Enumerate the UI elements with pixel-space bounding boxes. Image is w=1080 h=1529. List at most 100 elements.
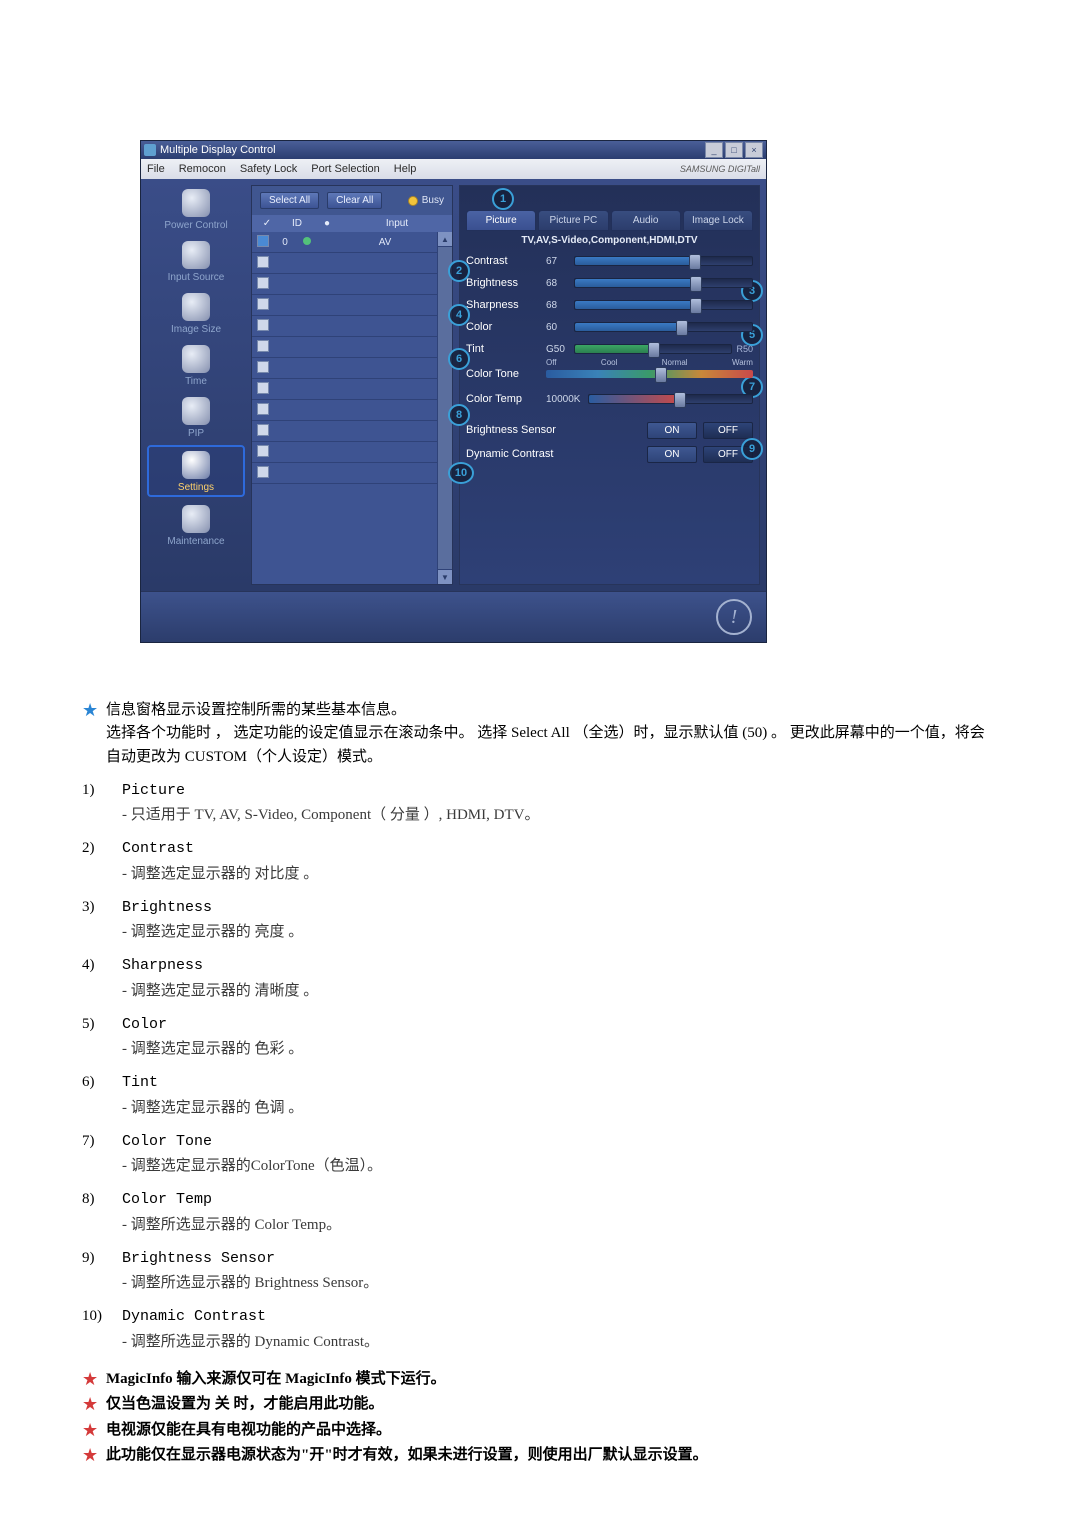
sidebar-item-image-size[interactable]: Image Size <box>147 289 245 337</box>
sharpness-value: 68 <box>546 300 574 311</box>
menu-port-selection[interactable]: Port Selection <box>311 163 379 175</box>
scroll-up-icon[interactable]: ▲ <box>438 232 452 247</box>
menu-safety-lock[interactable]: Safety Lock <box>240 163 297 175</box>
header-id: ID <box>282 215 312 232</box>
list-row[interactable] <box>252 463 452 484</box>
color-temp-slider[interactable] <box>588 394 753 404</box>
tab-picture[interactable]: Picture <box>466 210 536 231</box>
sidebar-item-settings[interactable]: Settings <box>147 445 245 497</box>
image-size-icon <box>182 293 210 321</box>
color-value: 60 <box>546 322 574 333</box>
item-title: Tint <box>122 1071 998 1094</box>
menu-help[interactable]: Help <box>394 163 417 175</box>
tone-opt-off: Off <box>546 358 557 367</box>
row-id: 0 <box>274 237 296 248</box>
window-title: Multiple Display Control <box>160 144 276 156</box>
sidebar-item-power-control[interactable]: Power Control <box>147 185 245 233</box>
list-row[interactable] <box>252 253 452 274</box>
item-title: Sharpness <box>122 954 998 977</box>
clear-all-button[interactable]: Clear All <box>327 192 382 209</box>
list-row[interactable] <box>252 442 452 463</box>
item-title: Dynamic Contrast <box>122 1305 998 1328</box>
color-temp-value: 10000K <box>546 394 588 405</box>
tab-image-lock[interactable]: Image Lock <box>683 210 753 231</box>
star-icon: ★ <box>82 1393 106 1416</box>
item-desc: - 调整所选显示器的 Color Temp。 <box>122 1214 998 1237</box>
item-number: 4) <box>82 954 122 1003</box>
close-button[interactable]: × <box>745 142 763 158</box>
brightness-slider[interactable] <box>574 278 753 288</box>
dynamic-contrast-label: Dynamic Contrast <box>466 448 641 460</box>
tint-slider[interactable] <box>574 344 732 354</box>
callout-6: 6 <box>448 348 470 370</box>
scroll-down-icon[interactable]: ▼ <box>438 569 452 584</box>
list-row[interactable] <box>252 337 452 358</box>
sidebar-item-label: Input Source <box>168 272 225 283</box>
color-slider[interactable] <box>574 322 753 332</box>
color-label: Color <box>466 321 546 333</box>
item-number: 10) <box>82 1305 122 1354</box>
sidebar-item-time[interactable]: Time <box>147 341 245 389</box>
doc-note: ★此功能仅在显示器电源状态为"开"时才有效，如果未进行设置，则使用出厂默认显示设… <box>82 1444 998 1467</box>
list-row[interactable] <box>252 421 452 442</box>
list-row[interactable] <box>252 295 452 316</box>
menu-file[interactable]: File <box>147 163 165 175</box>
tone-opt-warm: Warm <box>732 358 753 367</box>
maximize-button[interactable]: □ <box>725 142 743 158</box>
tab-picture-pc[interactable]: Picture PC <box>538 210 608 231</box>
color-tone-slider[interactable]: Off Cool Normal Warm <box>546 370 753 378</box>
item-number: 5) <box>82 1013 122 1062</box>
select-all-button[interactable]: Select All <box>260 192 319 209</box>
power-icon <box>182 189 210 217</box>
sidebar-item-pip[interactable]: PIP <box>147 393 245 441</box>
device-list-panel: Select All Clear All Busy ✓ ID ● Input <box>251 185 453 585</box>
tab-audio[interactable]: Audio <box>611 210 681 231</box>
note-text: 电视源仅能在具有电视功能的产品中选择。 <box>106 1419 998 1442</box>
sidebar-item-maintenance[interactable]: Maintenance <box>147 501 245 549</box>
list-row[interactable] <box>252 358 452 379</box>
doc-item: 6)Tint- 调整选定显示器的 色调 。 <box>82 1071 998 1120</box>
dynamic-contrast-on[interactable]: ON <box>647 446 697 463</box>
tone-opt-normal: Normal <box>662 358 688 367</box>
sharpness-slider[interactable] <box>574 300 753 310</box>
callout-1: 1 <box>492 188 514 210</box>
item-number: 8) <box>82 1188 122 1237</box>
sidebar-item-input-source[interactable]: Input Source <box>147 237 245 285</box>
item-desc: - 调整所选显示器的 Brightness Sensor。 <box>122 1272 998 1295</box>
document-body: ★ 信息窗格显示设置控制所需的某些基本信息。 选择各个功能时 ， 选定功能的设定… <box>82 699 998 1467</box>
star-icon: ★ <box>82 1419 106 1442</box>
tint-label: Tint <box>466 343 546 355</box>
brightness-sensor-on[interactable]: ON <box>647 422 697 439</box>
brightness-sensor-off[interactable]: OFF <box>703 422 753 439</box>
list-row[interactable] <box>252 379 452 400</box>
list-row[interactable] <box>252 274 452 295</box>
status-dot-icon <box>303 237 311 245</box>
list-row[interactable] <box>252 316 452 337</box>
settings-panel: 1 2 3 4 5 6 7 8 9 10 Picture Picture PC … <box>459 185 760 585</box>
callout-4: 4 <box>448 304 470 326</box>
contrast-slider[interactable] <box>574 256 753 266</box>
header-input: Input <box>342 215 452 232</box>
app-icon <box>144 144 156 156</box>
menubar: File Remocon Safety Lock Port Selection … <box>141 159 766 179</box>
doc-item: 4)Sharpness- 调整选定显示器的 清晰度 。 <box>82 954 998 1003</box>
item-title: Picture <box>122 779 998 802</box>
sidebar-item-label: Maintenance <box>167 536 224 547</box>
callout-9: 9 <box>741 438 763 460</box>
tone-opt-cool: Cool <box>601 358 617 367</box>
star-icon: ★ <box>82 699 106 722</box>
item-desc: - 调整所选显示器的 Dynamic Contrast。 <box>122 1331 998 1354</box>
item-desc: - 调整选定显示器的 色彩 。 <box>122 1038 998 1061</box>
doc-note: ★仅当色温设置为 关 时，才能启用此功能。 <box>82 1393 998 1416</box>
info-icon[interactable]: ! <box>716 599 752 635</box>
minimize-button[interactable]: _ <box>705 142 723 158</box>
input-source-icon <box>182 241 210 269</box>
menu-remocon[interactable]: Remocon <box>179 163 226 175</box>
doc-item: 7)Color Tone- 调整选定显示器的ColorTone（色温）。 <box>82 1130 998 1179</box>
settings-icon <box>182 451 210 479</box>
star-icon: ★ <box>82 1444 106 1467</box>
list-row[interactable]: 0 AV <box>252 232 452 253</box>
doc-item: 3)Brightness- 调整选定显示器的 亮度 。 <box>82 896 998 945</box>
row-input: AV <box>318 237 452 248</box>
list-row[interactable] <box>252 400 452 421</box>
